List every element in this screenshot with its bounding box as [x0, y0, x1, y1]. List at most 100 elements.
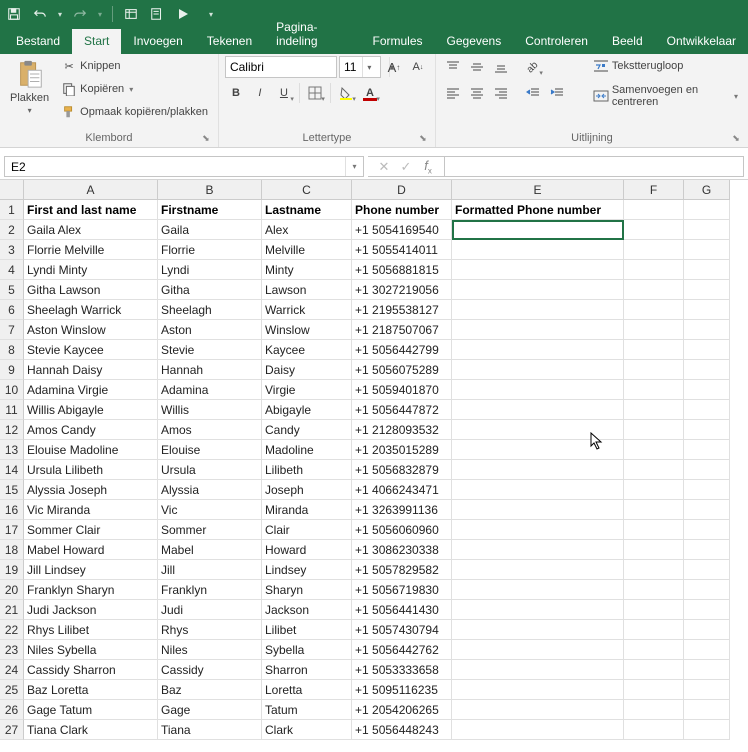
data-cell[interactable]: [684, 620, 730, 640]
data-cell[interactable]: [452, 660, 624, 680]
bold-button[interactable]: B: [225, 82, 247, 104]
col-header[interactable]: B: [158, 180, 262, 200]
data-cell[interactable]: +1 3086230338: [352, 540, 452, 560]
data-cell[interactable]: Tiana: [158, 720, 262, 740]
data-cell[interactable]: [452, 560, 624, 580]
data-cell[interactable]: [624, 680, 684, 700]
data-cell[interactable]: Elouise: [158, 440, 262, 460]
paste-button[interactable]: Plakken ▾: [6, 56, 53, 117]
data-cell[interactable]: +1 2195538127: [352, 300, 452, 320]
data-cell[interactable]: Miranda: [262, 500, 352, 520]
tab-formules[interactable]: Formules: [361, 29, 435, 54]
row-header[interactable]: 14: [0, 460, 24, 480]
data-cell[interactable]: [452, 360, 624, 380]
data-cell[interactable]: Joseph: [262, 480, 352, 500]
data-cell[interactable]: [624, 500, 684, 520]
data-cell[interactable]: Baz Loretta: [24, 680, 158, 700]
wrap-text-button[interactable]: Tekstterugloop: [589, 56, 742, 76]
copy-button[interactable]: Kopiëren▾: [57, 79, 212, 99]
data-cell[interactable]: [624, 700, 684, 720]
data-cell[interactable]: [684, 400, 730, 420]
col-header[interactable]: E: [452, 180, 624, 200]
data-cell[interactable]: [452, 480, 624, 500]
data-cell[interactable]: [624, 540, 684, 560]
data-cell[interactable]: Niles: [158, 640, 262, 660]
data-cell[interactable]: +1 5056442762: [352, 640, 452, 660]
data-cell[interactable]: [684, 240, 730, 260]
data-cell[interactable]: [684, 700, 730, 720]
align-middle-button[interactable]: [466, 56, 488, 78]
data-cell[interactable]: +1 5055414011: [352, 240, 452, 260]
data-cell[interactable]: [452, 600, 624, 620]
data-cell[interactable]: Cassidy Sharron: [24, 660, 158, 680]
data-cell[interactable]: Githa Lawson: [24, 280, 158, 300]
data-cell[interactable]: [452, 340, 624, 360]
data-cell[interactable]: [624, 520, 684, 540]
col-header[interactable]: G: [684, 180, 730, 200]
data-cell[interactable]: Elouise Madoline: [24, 440, 158, 460]
data-cell[interactable]: Lilibet: [262, 620, 352, 640]
tab-gegevens[interactable]: Gegevens: [435, 29, 514, 54]
data-cell[interactable]: Sommer: [158, 520, 262, 540]
qa-icon-2[interactable]: [149, 6, 165, 22]
data-cell[interactable]: [624, 400, 684, 420]
data-cell[interactable]: Madoline: [262, 440, 352, 460]
align-left-button[interactable]: [442, 82, 464, 104]
dialog-launcher[interactable]: ⬊: [417, 133, 429, 145]
tab-beeld[interactable]: Beeld: [600, 29, 655, 54]
data-cell[interactable]: [624, 320, 684, 340]
data-cell[interactable]: [684, 300, 730, 320]
header-cell[interactable]: Formatted Phone number: [452, 200, 624, 220]
row-header[interactable]: 3: [0, 240, 24, 260]
data-cell[interactable]: +1 3027219056: [352, 280, 452, 300]
name-box-input[interactable]: [5, 160, 345, 174]
name-box[interactable]: ▾: [4, 156, 364, 177]
cancel-formula-button[interactable]: ✕: [376, 159, 392, 175]
data-cell[interactable]: [684, 540, 730, 560]
data-cell[interactable]: [684, 560, 730, 580]
increase-font-button[interactable]: A↑: [383, 56, 405, 78]
data-cell[interactable]: +1 5056075289: [352, 360, 452, 380]
data-cell[interactable]: [684, 660, 730, 680]
data-cell[interactable]: [452, 680, 624, 700]
data-cell[interactable]: +1 5056060960: [352, 520, 452, 540]
data-cell[interactable]: +1 5057430794: [352, 620, 452, 640]
tab-start[interactable]: Start: [72, 29, 121, 54]
data-cell[interactable]: Cassidy: [158, 660, 262, 680]
data-cell[interactable]: [624, 280, 684, 300]
header-cell[interactable]: [684, 200, 730, 220]
data-cell[interactable]: Rhys Lilibet: [24, 620, 158, 640]
align-top-button[interactable]: [442, 56, 464, 78]
data-cell[interactable]: +1 5056442799: [352, 340, 452, 360]
header-cell[interactable]: Lastname: [262, 200, 352, 220]
data-cell[interactable]: +1 2054206265: [352, 700, 452, 720]
data-cell[interactable]: Sheelagh Warrick: [24, 300, 158, 320]
cut-button[interactable]: ✂Knippen: [57, 56, 212, 76]
data-cell[interactable]: Vic Miranda: [24, 500, 158, 520]
data-cell[interactable]: Kaycee: [262, 340, 352, 360]
format-painter-button[interactable]: Opmaak kopiëren/plakken: [57, 102, 212, 122]
data-cell[interactable]: [684, 420, 730, 440]
data-cell[interactable]: +1 2035015289: [352, 440, 452, 460]
dialog-launcher[interactable]: ⬊: [200, 133, 212, 145]
data-cell[interactable]: +1 5059401870: [352, 380, 452, 400]
run-icon[interactable]: [175, 6, 191, 22]
data-cell[interactable]: [624, 220, 684, 240]
data-cell[interactable]: [452, 700, 624, 720]
data-cell[interactable]: [684, 260, 730, 280]
header-cell[interactable]: First and last name: [24, 200, 158, 220]
decrease-indent-button[interactable]: [522, 82, 544, 104]
data-cell[interactable]: +1 5056447872: [352, 400, 452, 420]
data-cell[interactable]: [684, 480, 730, 500]
row-header[interactable]: 18: [0, 540, 24, 560]
redo-dropdown[interactable]: ▾: [98, 10, 102, 19]
row-header[interactable]: 1: [0, 200, 24, 220]
tab-ontwikkelaar[interactable]: Ontwikkelaar: [655, 29, 748, 54]
data-cell[interactable]: Alyssia Joseph: [24, 480, 158, 500]
data-cell[interactable]: +1 5054169540: [352, 220, 452, 240]
data-cell[interactable]: [684, 380, 730, 400]
data-cell[interactable]: Sybella: [262, 640, 352, 660]
data-cell[interactable]: [452, 280, 624, 300]
data-cell[interactable]: [452, 400, 624, 420]
data-cell[interactable]: Loretta: [262, 680, 352, 700]
